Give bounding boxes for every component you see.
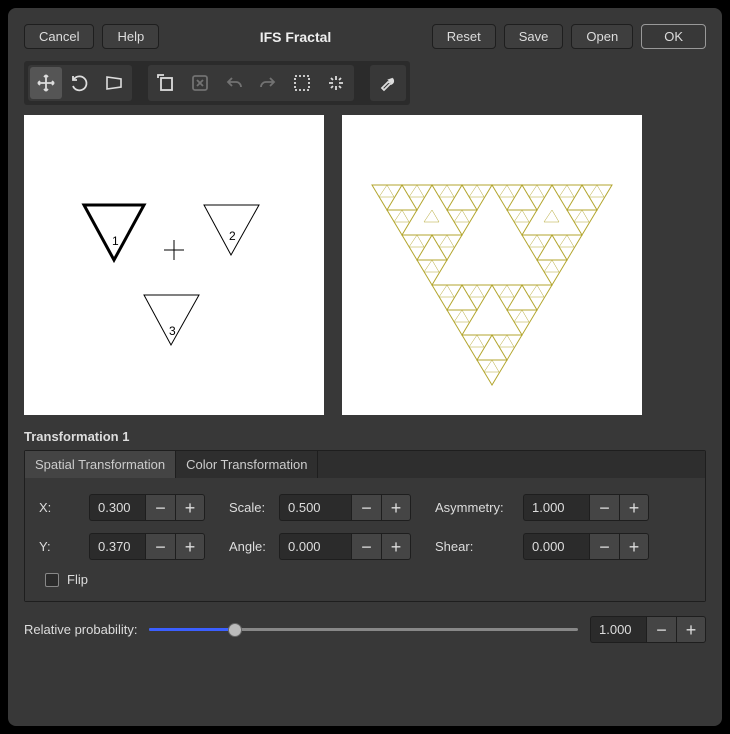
rotate-icon — [70, 73, 90, 93]
add-page-icon — [156, 73, 176, 93]
shear-increment[interactable]: + — [619, 533, 649, 560]
triangle-2-label: 2 — [229, 229, 236, 243]
scale-label: Scale: — [229, 500, 271, 515]
preview-area: 1 2 3 — [24, 115, 706, 415]
wrench-icon — [378, 73, 398, 93]
help-button[interactable]: Help — [102, 24, 159, 49]
transformation-label: Transformation 1 — [24, 429, 706, 444]
asymmetry-label: Asymmetry: — [435, 500, 515, 515]
undo-icon — [224, 73, 244, 93]
probability-decrement[interactable]: − — [646, 616, 676, 643]
cancel-button[interactable]: Cancel — [24, 24, 94, 49]
result-panel — [342, 115, 642, 415]
ok-button[interactable]: OK — [641, 24, 706, 49]
y-decrement[interactable]: − — [145, 533, 175, 560]
asymmetry-input[interactable] — [523, 494, 589, 521]
y-label: Y: — [39, 539, 81, 554]
transformation-tabs: Spatial Transformation Color Transformat… — [24, 450, 706, 602]
recenter-button[interactable] — [320, 67, 352, 99]
scale-increment[interactable]: + — [381, 494, 411, 521]
x-decrement[interactable]: − — [145, 494, 175, 521]
triangle-3-label: 3 — [169, 324, 176, 338]
editor-panel[interactable]: 1 2 3 — [24, 115, 324, 415]
options-button[interactable] — [372, 67, 404, 99]
x-input[interactable] — [89, 494, 145, 521]
scale-decrement[interactable]: − — [351, 494, 381, 521]
triangle-1-label: 1 — [112, 234, 119, 248]
probability-input[interactable] — [590, 616, 646, 643]
toolbar — [24, 61, 410, 105]
angle-decrement[interactable]: − — [351, 533, 381, 560]
select-all-button[interactable] — [286, 67, 318, 99]
redo-icon — [258, 73, 278, 93]
dialog-title: IFS Fractal — [167, 29, 424, 45]
y-increment[interactable]: + — [175, 533, 205, 560]
x-label: X: — [39, 500, 81, 515]
asymmetry-decrement[interactable]: − — [589, 494, 619, 521]
perspective-icon — [104, 73, 124, 93]
undo-button[interactable] — [218, 67, 250, 99]
delete-icon — [190, 73, 210, 93]
y-input[interactable] — [89, 533, 145, 560]
save-button[interactable]: Save — [504, 24, 564, 49]
reset-button[interactable]: Reset — [432, 24, 496, 49]
probability-increment[interactable]: + — [676, 616, 706, 643]
scale-input[interactable] — [279, 494, 351, 521]
center-icon — [326, 73, 346, 93]
select-all-icon — [292, 73, 312, 93]
move-icon — [36, 73, 56, 93]
probability-label: Relative probability: — [24, 622, 137, 637]
asymmetry-increment[interactable]: + — [619, 494, 649, 521]
shear-label: Shear: — [435, 539, 515, 554]
angle-increment[interactable]: + — [381, 533, 411, 560]
shear-decrement[interactable]: − — [589, 533, 619, 560]
stretch-tool-button[interactable] — [98, 67, 130, 99]
probability-slider[interactable] — [149, 620, 578, 640]
new-button[interactable] — [150, 67, 182, 99]
tab-spatial[interactable]: Spatial Transformation — [25, 451, 176, 478]
move-tool-button[interactable] — [30, 67, 62, 99]
x-increment[interactable]: + — [175, 494, 205, 521]
redo-button[interactable] — [252, 67, 284, 99]
delete-button[interactable] — [184, 67, 216, 99]
flip-checkbox[interactable] — [45, 573, 59, 587]
angle-label: Angle: — [229, 539, 271, 554]
rotate-tool-button[interactable] — [64, 67, 96, 99]
shear-input[interactable] — [523, 533, 589, 560]
ifs-fractal-dialog: Cancel Help IFS Fractal Reset Save Open … — [8, 8, 722, 726]
tab-color[interactable]: Color Transformation — [176, 451, 318, 478]
angle-input[interactable] — [279, 533, 351, 560]
title-bar: Cancel Help IFS Fractal Reset Save Open … — [24, 20, 706, 61]
open-button[interactable]: Open — [571, 24, 633, 49]
flip-label: Flip — [67, 572, 88, 587]
